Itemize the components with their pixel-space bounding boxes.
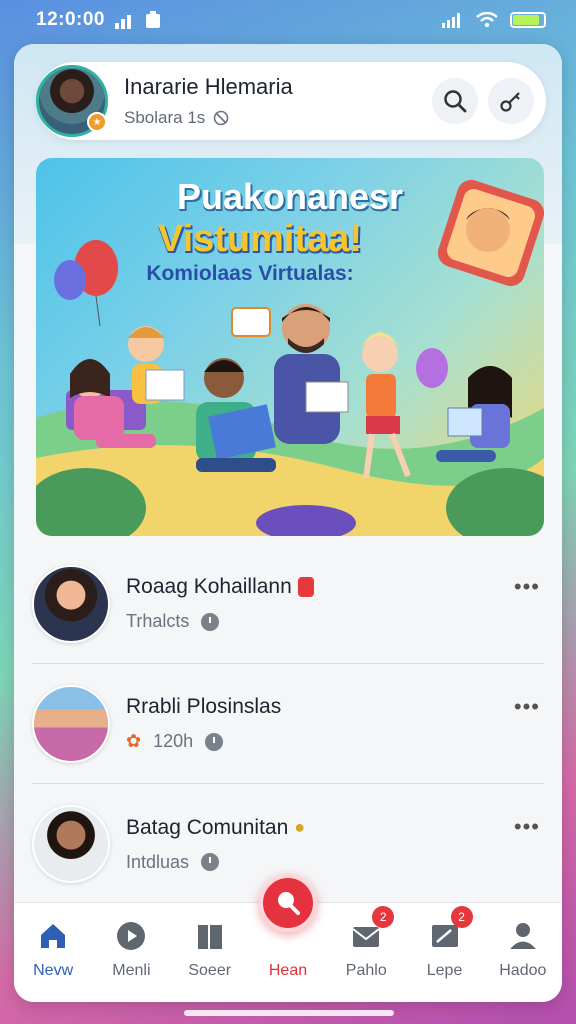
avatar[interactable] [32,684,110,763]
play-icon [117,922,146,950]
search-button[interactable] [432,78,478,124]
nav-label: Pahlo [345,962,387,979]
notification-badge: 2 [372,906,395,928]
nav-label: Hadoo [499,962,547,979]
feed-meta: 120h [153,731,194,751]
nav-item-edit[interactable]: 2 Lepe [409,906,481,980]
profile-name: Inararie Hlemaria [124,74,293,99]
clock-icon [201,853,220,871]
list-item[interactable]: Rrabli Plosinslas ✿ 120h ••• [32,664,544,784]
avatar[interactable] [32,564,110,643]
blocked-icon [213,110,229,126]
search-fab[interactable] [258,874,317,932]
nav-label: Menli [112,962,151,979]
nav-item-messages[interactable]: 2 Pahlo [330,906,402,980]
feed-title: Rrabli Plosinslas [126,695,282,718]
nav-item-media[interactable]: Menli [95,920,167,980]
star-badge-icon: ★ [87,112,107,132]
cell-signal-icon [442,13,460,28]
key-button[interactable] [488,78,534,124]
bottom-nav: Nevw Menli Soeer Hean 2 Pahlo 2 Lepe Had… [14,874,562,1002]
flame-icon: ● [294,817,306,837]
profile-header[interactable]: ★ Inararie Hlemaria Sbolara 1s [36,62,546,140]
notification-badge: 2 [450,906,473,928]
nav-label: Lepe [426,962,463,979]
feed-title: Roaag Kohaillann [126,575,292,598]
more-options-button[interactable]: ••• [514,694,540,720]
flower-icon: ✿ [126,731,142,751]
more-options-button[interactable]: ••• [514,574,540,600]
avatar[interactable] [32,805,110,883]
search-icon [444,90,467,113]
search-icon [277,892,300,915]
feed-title: Batag Comunitan [126,815,289,839]
status-time: 12:0:00 [36,9,105,30]
nav-item-home[interactable]: Nevw [17,920,89,980]
user-icon [509,923,536,949]
nav-item-profile[interactable]: Hadoo [487,920,559,980]
nav-label: Hean [268,962,308,979]
more-options-button[interactable]: ••• [514,814,540,840]
clock-icon [205,732,224,751]
banner-title-line2: Vistumitaa! [157,218,363,260]
banner-title: Puakonanesr [176,176,404,217]
main-card: ★ Inararie Hlemaria Sbolara 1s Puakonane… [14,44,562,1002]
nav-item-search[interactable]: Hean [252,874,324,980]
home-indicator[interactable] [184,1010,394,1016]
profile-avatar[interactable]: ★ [36,65,108,137]
wifi-icon [476,12,498,28]
battery-icon [510,12,546,28]
feed-meta: Trhalcts [126,611,190,631]
home-icon [41,924,66,948]
feed-list: Roaag Kohaillann Trhalcts ••• Rrabli Plo… [14,544,562,904]
nav-label: Soeer [188,962,232,979]
list-item[interactable]: Roaag Kohaillann Trhalcts ••• [32,544,544,664]
signal-icon [115,15,131,29]
banner-subtitle: Komiolaas Virtualas: [146,262,354,285]
live-badge-icon [297,577,314,597]
promo-banner[interactable]: Puakonanesr Vistumitaa! Komiolaas Virtua… [36,158,544,536]
nav-label: Nevw [33,962,74,979]
status-bar: 12:0:00 [0,0,576,40]
book-icon [197,925,222,949]
nav-item-library[interactable]: Soeer [174,920,246,980]
notification-icon [146,11,160,28]
profile-subtitle: Sbolara 1s [124,108,206,127]
key-icon [500,92,520,112]
feed-meta: Intdluas [126,851,190,872]
clock-icon [201,612,220,631]
